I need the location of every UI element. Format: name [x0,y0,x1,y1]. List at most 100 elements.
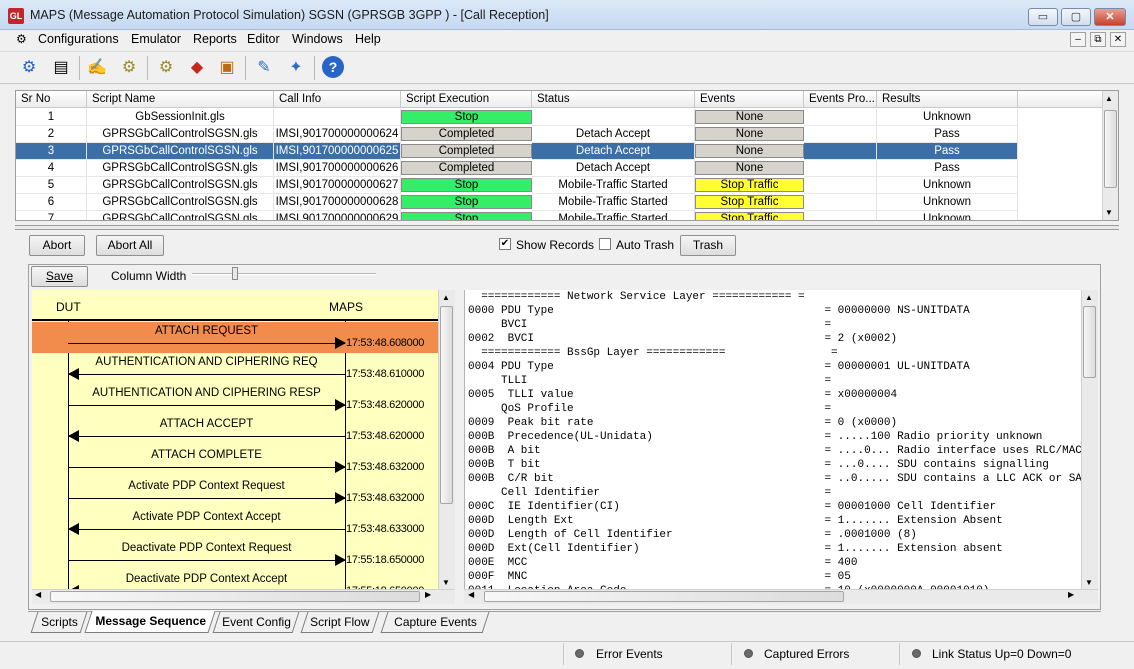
script-execution-cell[interactable]: Completed [401,161,532,175]
config-gears-icon[interactable]: ⚙ [153,55,179,81]
sequence-message[interactable]: Activate PDP Context Request 17:53:48.632… [32,477,438,508]
menu-reports[interactable]: Reports [193,32,237,46]
tab-capture-events[interactable]: Capture Events [380,612,490,633]
script-execution-cell[interactable]: Completed [401,144,532,158]
decode-line[interactable]: 0002 BVCI = 2 (x0002) [468,332,897,346]
decode-line[interactable]: 000B Precedence(UL-Unidata) = .....100 R… [468,430,1042,444]
scroll-down-icon[interactable]: ▼ [1085,578,1093,587]
decode-line[interactable]: 0009 Peak bit rate = 0 (x0000) [468,416,897,430]
profiles-icon[interactable]: ◆ [184,55,210,81]
scroll-up-icon[interactable]: ▲ [1105,94,1113,103]
abort-button[interactable]: Abort [29,235,85,256]
table-row[interactable]: 3 GPRSGbCallControlSGSN.gls IMSI,901700000… [16,143,1102,160]
column-header-events[interactable]: Events [695,91,804,108]
tab-event-config[interactable]: Event Config [212,612,300,633]
menu-help[interactable]: Help [355,32,381,46]
run-gears-icon[interactable]: ⚙ [116,55,142,81]
events-cell[interactable]: None [695,110,804,124]
decode-line[interactable]: 000B T bit = ...0.... SDU contains signa… [468,458,1049,472]
decode-view[interactable]: ============ Network Service Layer =====… [464,290,1081,589]
scroll-down-icon[interactable]: ▼ [442,578,450,587]
load-script-icon[interactable]: ✍ [84,55,110,81]
maximize-button[interactable]: ▢ [1061,8,1091,26]
decode-line[interactable]: BVCI = [468,318,831,332]
menu-windows[interactable]: Windows [292,32,343,46]
decode-line[interactable]: 000D Ext(Cell Identifier) = 1....... Ext… [468,542,1003,556]
column-header-results[interactable]: Results [877,91,1018,108]
menu-configurations[interactable]: Configurations [38,32,119,46]
briefcase-icon[interactable]: ▣ [214,55,240,81]
events-cell[interactable]: Stop Traffic [695,178,804,192]
menu-editor[interactable]: Editor [247,32,280,46]
scroll-up-icon[interactable]: ▲ [1085,293,1093,302]
sequence-message[interactable]: AUTHENTICATION AND CIPHERING REQ 17:53:48… [32,353,438,384]
sequence-message[interactable]: ATTACH ACCEPT 17:53:48.620000 [32,415,438,446]
save-button[interactable]: Save [31,266,88,287]
table-row[interactable]: 6 GPRSGbCallControlSGSN.gls IMSI,901700000… [16,194,1102,211]
sequence-scroll-thumb[interactable] [440,306,453,504]
decode-line[interactable]: Cell Identifier = [468,486,831,500]
table-row[interactable]: 7 GPRSGbCallControlSGSN.gls IMSI,901700000… [16,211,1102,220]
column-header-status[interactable]: Status [532,91,695,108]
decode-line[interactable]: 0004 PDU Type = 00000001 UL-UNITDATA [468,360,970,374]
settings-gear-icon[interactable]: ⚙ [16,55,42,81]
events-cell[interactable]: None [695,144,804,158]
sequence-message[interactable]: Deactivate PDP Context Accept17:55:18.65… [32,570,438,589]
table-scroll-thumb[interactable] [1104,110,1117,188]
scroll-up-icon[interactable]: ▲ [442,293,450,302]
decode-line[interactable]: 0005 TLLI value = x00000004 [468,388,897,402]
decode-line[interactable]: 000C IE Identifier(CI) = 00001000 Cell I… [468,500,996,514]
script-execution-cell[interactable]: Stop [401,195,532,209]
decode-scroll-thumb[interactable] [1083,306,1096,378]
decode-line[interactable]: 000E MCC = 400 [468,556,857,570]
column-header-call-info[interactable]: Call Info [274,91,401,108]
captured-errors-status[interactable]: Captured Errors [764,647,849,661]
auto-trash-checkbox[interactable] [599,238,611,250]
help-icon[interactable]: ? [320,55,346,81]
scroll-left-icon[interactable]: ◀ [468,590,474,599]
error-events-status[interactable]: Error Events [596,647,663,661]
decode-line[interactable]: TLLI = [468,374,831,388]
sequence-message[interactable]: AUTHENTICATION AND CIPHERING RESP 17:53:4… [32,384,438,415]
column-width-slider-thumb[interactable] [232,267,238,280]
column-width-slider[interactable] [192,273,376,275]
mdi-minimize-button[interactable]: ‒ [1070,32,1086,47]
column-header-sr-no[interactable]: Sr No [16,91,87,108]
decode-line[interactable]: 000B A bit = ....0... Radio interface us… [468,444,1081,458]
column-header-events-pro[interactable]: Events Pro... [804,91,877,108]
table-row[interactable]: 5 GPRSGbCallControlSGSN.gls IMSI,901700000… [16,177,1102,194]
script-execution-cell[interactable]: Completed [401,127,532,141]
pane-splitter[interactable] [15,225,1119,230]
events-cell[interactable]: Stop Traffic [695,212,804,220]
decode-line[interactable]: ============ Network Service Layer =====… [468,290,804,304]
column-header-script-name[interactable]: Script Name [87,91,274,108]
script-execution-cell[interactable]: Stop [401,212,532,220]
sequence-message[interactable]: ATTACH COMPLETE 17:53:48.632000 [32,446,438,477]
decode-line[interactable]: 0000 PDU Type = 00000000 NS-UNITDATA [468,304,970,318]
sequence-message[interactable]: Deactivate PDP Context Request 17:55:18.6… [32,539,438,570]
tab-scripts[interactable]: Scripts [30,612,88,633]
column-header-script-execution[interactable]: Script Execution [401,91,532,108]
mdi-child-icon[interactable]: ⚙ [16,32,27,46]
mdi-restore-button[interactable]: ⧉ [1090,32,1106,47]
scroll-left-icon[interactable]: ◀ [35,590,41,599]
edit-check-icon[interactable]: ✎ [251,55,277,81]
close-button[interactable]: ✕ [1094,8,1126,26]
decode-hscroll-thumb[interactable] [484,591,844,602]
mdi-close-button[interactable]: ✕ [1110,32,1126,47]
events-cell[interactable]: Stop Traffic [695,195,804,209]
minimize-button[interactable]: ▭ [1028,8,1058,26]
decode-line[interactable]: 000D Length Ext = 1....... Extension Abs… [468,514,1003,528]
decode-line[interactable]: 000B C/R bit = ..0..... SDU contains a L… [468,472,1081,486]
sequence-hscroll-thumb[interactable] [50,591,420,602]
wizard-icon[interactable]: ✦ [283,55,309,81]
trash-button[interactable]: Trash [680,235,736,256]
sequence-message[interactable]: Activate PDP Context Accept 17:53:48.6330… [32,508,438,539]
decode-line[interactable]: 000D Length of Cell Identifier = .000100… [468,528,917,542]
scroll-down-icon[interactable]: ▼ [1105,208,1113,217]
show-records-checkbox[interactable]: ✔ [499,238,511,250]
table-row[interactable]: 1 GbSessionInit.gls Stop None Unknown [16,109,1102,126]
sequence-message[interactable]: ATTACH REQUEST 17:53:48.608000 [32,322,438,353]
decode-line[interactable]: 000F MNC = 05 [468,570,851,584]
decode-line[interactable]: ============ BssGp Layer ============ = [468,346,837,360]
